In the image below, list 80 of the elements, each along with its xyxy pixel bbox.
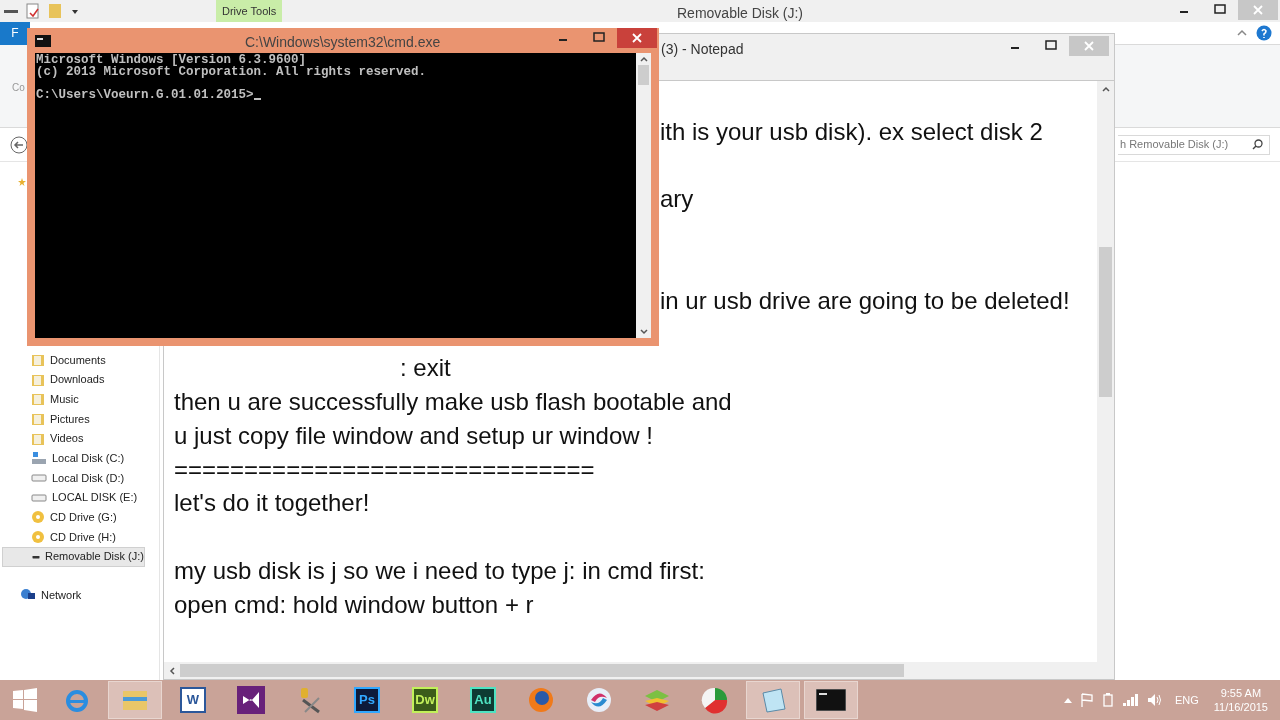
start-icon[interactable] [13, 688, 37, 712]
text-line: my usb disk is j so we i need to type j: in cmd first: [174, 556, 705, 587]
battery-icon[interactable] [1101, 693, 1114, 707]
chart-icon [701, 686, 729, 714]
window-title: Removable Disk (J:) [677, 4, 804, 23]
flag-icon[interactable] [1080, 693, 1093, 707]
text-line: ith is your usb disk). ex select disk 2 [660, 116, 1043, 147]
text-line: u just copy file window and setup ur window ! [174, 420, 653, 451]
cursor [253, 98, 261, 100]
sidebar-item[interactable]: CD Drive (H:) [0, 527, 159, 547]
sidebar-item[interactable]: Music [0, 389, 159, 410]
horizontal-scrollbar[interactable] [164, 662, 1114, 679]
text-line: : exit [400, 353, 451, 384]
app-icon: Ps [354, 687, 380, 713]
sidebar-item[interactable]: LOCAL DISK (E:) [0, 487, 159, 508]
back-icon[interactable] [10, 135, 28, 154]
signal-icon[interactable] [1122, 694, 1139, 706]
drive-icon [31, 451, 47, 466]
swirl-icon [585, 686, 613, 714]
folder-icon [31, 431, 45, 446]
console-line: (c) 2013 Microsoft Corporation. All rights reserved. [36, 66, 427, 78]
caret-icon[interactable] [1063, 697, 1072, 703]
window-title: (3) - Notepad [661, 40, 744, 59]
folder-icon [31, 352, 45, 367]
scroll-thumb[interactable] [1099, 247, 1112, 397]
ribbon-tab[interactable]: Drive Tools [216, 0, 283, 22]
terminal-icon [816, 689, 846, 711]
taskbar-button[interactable]: Au [456, 681, 510, 719]
close-icon[interactable] [617, 28, 657, 48]
search-field[interactable]: h Removable Disk (J:) [1118, 134, 1270, 155]
disc-icon [31, 510, 45, 525]
folder-icon [121, 688, 149, 712]
taskbar-button[interactable] [804, 681, 858, 719]
text-line: open cmd: hold window button + r [174, 589, 534, 620]
volume-icon[interactable] [1147, 694, 1162, 706]
taskbar-button[interactable]: Dw [398, 681, 452, 719]
browser-icon [64, 687, 90, 713]
text-line: in ur usb drive are going to be deleted! [660, 285, 1070, 316]
star-icon [18, 178, 26, 186]
sidebar-item[interactable]: Downloads [0, 369, 159, 390]
sidebar-item[interactable]: Local Disk (D:) [0, 468, 159, 488]
console-line: Microsoft Windows [Version 6.3.9600] [36, 54, 307, 66]
folder-icon [31, 392, 45, 407]
sidebar-item[interactable]: CD Drive (G:) [0, 507, 159, 528]
app-icon [237, 686, 265, 714]
taskbar-button[interactable]: Ps [340, 681, 394, 719]
vertical-scrollbar[interactable] [636, 53, 651, 338]
folder-icon [31, 372, 45, 387]
menu-icon[interactable] [4, 9, 18, 13]
text-line: ary [660, 184, 694, 215]
sidebar-item[interactable]: Removable Disk (J:) [2, 546, 145, 567]
caret-icon[interactable] [1236, 28, 1248, 38]
sidebar-item[interactable]: Videos [0, 428, 159, 449]
help-icon[interactable] [1256, 25, 1272, 41]
scroll-thumb[interactable] [180, 664, 904, 677]
text-line: ============================== [174, 454, 595, 485]
sidebar-item[interactable]: Network [0, 585, 159, 606]
app-icon: Dw [412, 687, 438, 713]
sidebar-item[interactable]: Pictures [0, 409, 159, 429]
ribbon-label: Co [12, 81, 25, 95]
folder-icon [31, 411, 45, 426]
app-icon: Au [470, 687, 496, 713]
scroll-thumb[interactable] [638, 65, 649, 85]
disc-icon [31, 530, 45, 545]
sidebar-item[interactable]: Local Disk (C:) [0, 448, 159, 469]
window-title: C:\Windows\system32\cmd.exe [245, 33, 441, 52]
sidebar-item[interactable]: Documents [0, 350, 159, 370]
notepad-icon [759, 687, 787, 713]
document-icon[interactable] [26, 3, 40, 19]
drive-icon [31, 492, 47, 503]
search-icon [1252, 139, 1263, 150]
app-icon: W [180, 687, 206, 713]
console-line: C:\Users\Voeurn.G.01.01.2015> [36, 89, 254, 101]
terminal-icon [35, 34, 51, 47]
text-line: let's do it together! [174, 488, 370, 519]
text-line: then u are successfully make usb flash bootable and [174, 387, 732, 418]
vertical-scrollbar[interactable] [1097, 81, 1114, 662]
drive-icon [31, 472, 47, 483]
browser-icon [527, 686, 555, 714]
taskbar-button[interactable]: W [166, 681, 220, 719]
